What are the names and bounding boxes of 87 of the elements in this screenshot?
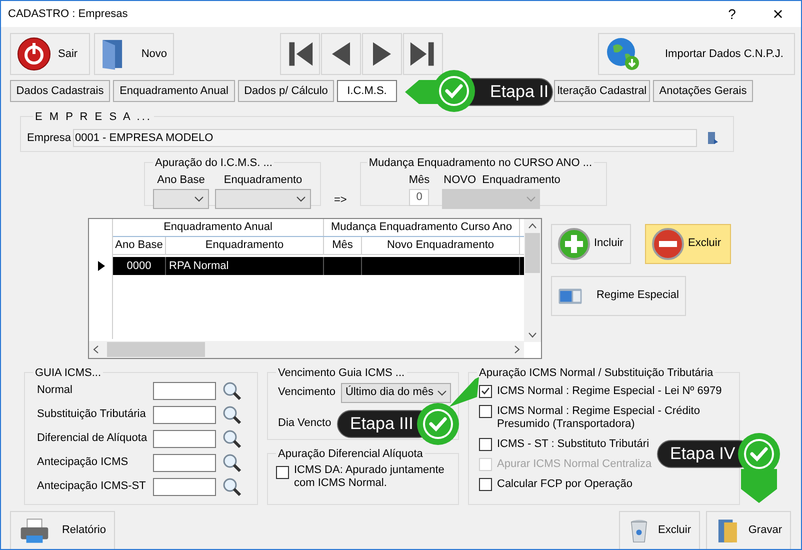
checkbox[interactable] — [479, 478, 492, 490]
field-label: NOVO Enquadramento — [444, 173, 560, 188]
checkbox-label[interactable]: ICMS Normal : Regime Especial - Lei Nº 6979 — [497, 384, 722, 398]
search-icon[interactable] — [222, 380, 242, 400]
pointer-icon — [449, 377, 479, 407]
action-button[interactable]: Excluir — [645, 224, 731, 264]
tab[interactable]: Anotações Gerais — [653, 80, 753, 102]
help-button[interactable]: ? — [709, 4, 755, 24]
field-label: Normal — [37, 383, 74, 398]
input-field[interactable] — [153, 382, 216, 400]
search-icon[interactable] — [222, 428, 242, 448]
footer-button[interactable]: Relatório — [10, 510, 115, 549]
input-field[interactable] — [153, 478, 216, 496]
checkbox-label: Apurar ICMS Normal Centraliza — [497, 458, 652, 470]
checkbox-label[interactable]: ICMS - ST : Substituto Tributári — [497, 438, 650, 450]
close-button[interactable]: × — [755, 1, 801, 28]
table-cell: RPA Normal — [166, 256, 324, 274]
column-group-header: Enquadramento Anual — [113, 218, 324, 236]
field-label: Antecipação ICMS-ST — [37, 479, 147, 494]
group-title: Apuração Diferencial Alíquota — [276, 446, 425, 462]
group-title: Apuração do I.C.M.S. ... — [153, 155, 274, 172]
vertical-scrollbar[interactable] — [524, 218, 541, 342]
globe-icon — [605, 36, 641, 72]
footer-button[interactable]: Excluir — [619, 510, 700, 549]
search-icon[interactable] — [222, 476, 242, 496]
field-label: Enquadramento — [224, 173, 302, 188]
field-label: Vencimento — [278, 385, 336, 400]
field-label: Mês — [408, 173, 430, 188]
caret-icon — [526, 196, 536, 202]
action-button[interactable]: Regime Especial — [551, 276, 686, 316]
field-label: Ano Base — [157, 173, 205, 188]
minus-icon — [652, 228, 684, 260]
search-icon[interactable] — [222, 404, 242, 424]
table-cell: 0000 — [113, 256, 166, 274]
input-field[interactable] — [153, 430, 216, 448]
caret-icon — [194, 196, 204, 202]
caret-icon — [437, 390, 448, 396]
toolbar-button[interactable]: Sair — [10, 33, 90, 75]
check-badge-icon — [416, 402, 460, 446]
column-group-header: Mudança Enquadramento Curso Ano — [324, 218, 520, 236]
checkbox[interactable] — [479, 438, 492, 450]
tab[interactable]: lteração Cadastral — [554, 80, 650, 102]
field-label: Empresa — [27, 130, 72, 146]
table-row[interactable]: 0000 RPA Normal — [113, 256, 524, 274]
horizontal-scrollbar[interactable] — [89, 340, 524, 358]
column-header: Enquadramento — [166, 236, 324, 254]
action-button[interactable]: Incluir — [551, 224, 631, 264]
tab[interactable]: Enquadramento Anual — [113, 80, 235, 102]
column-header: Ano Base — [113, 236, 166, 254]
nav-button[interactable] — [280, 33, 320, 75]
column-header: Mês — [324, 236, 362, 254]
tab[interactable]: Dados Cadastrais — [10, 80, 110, 102]
caret-icon — [296, 196, 306, 202]
group-title: Mudança Enquadramento no CURSO ANO ... — [366, 155, 594, 172]
tab[interactable]: Dados p/ Cálculo — [238, 80, 334, 102]
group-title: Apuração ICMS Normal / Substituição Tributária — [477, 364, 716, 381]
plus-icon — [558, 228, 590, 260]
field-label: Diferencial de Alíquota — [37, 431, 148, 446]
power-icon — [17, 37, 51, 71]
checkbox[interactable] — [276, 466, 289, 478]
column-header: Novo Enquadramento — [362, 236, 520, 254]
checkbox-label[interactable]: ICMS Normal : Regime Especial - Crédito Presumido (Transportadora) — [497, 404, 739, 430]
arrow-text: => — [334, 193, 347, 208]
field-label: Substituição Tributária — [37, 407, 147, 422]
checkbox-label[interactable]: Calcular FCP por Operação — [497, 478, 633, 490]
book-icon[interactable] — [707, 131, 720, 145]
nav-button[interactable] — [321, 33, 361, 75]
field-label: Antecipação ICMS — [37, 455, 130, 470]
toolbar-button[interactable]: Novo — [94, 33, 174, 75]
checkbox[interactable] — [479, 384, 492, 398]
dropdown[interactable]: Último dia do mês — [341, 382, 452, 402]
nav-button[interactable] — [362, 33, 402, 75]
checkbox[interactable] — [479, 404, 492, 418]
toolbar-button[interactable]: Importar Dados C.N.P.J. — [598, 33, 795, 75]
footer-button[interactable]: Gravar — [706, 510, 791, 549]
row-pointer-icon — [98, 260, 105, 270]
printer-icon — [19, 516, 50, 546]
input-field[interactable] — [153, 406, 216, 424]
company-field[interactable]: 0001 - EMPRESA MODELO — [73, 129, 698, 147]
check-icon — [481, 387, 490, 395]
window-title: CADASTRO : Empresas — [8, 6, 128, 22]
input-field[interactable] — [153, 454, 216, 472]
tab[interactable]: I.C.M.S. — [337, 80, 397, 102]
month-field[interactable]: 0 — [409, 188, 430, 206]
field-label: Dia Vencto — [278, 416, 332, 430]
search-icon[interactable] — [222, 452, 242, 472]
nav-button[interactable] — [403, 33, 443, 75]
